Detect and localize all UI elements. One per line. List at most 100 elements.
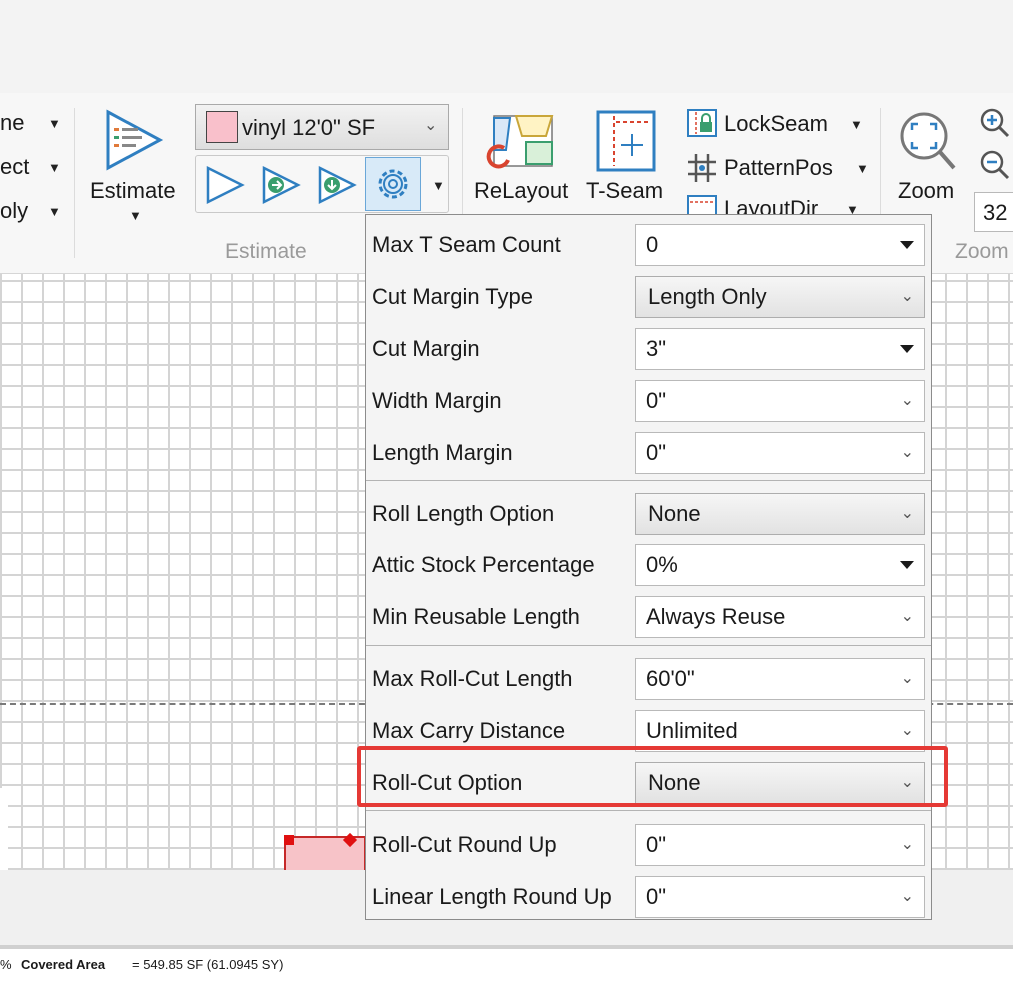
field-value: 3": [646, 336, 667, 361]
pattern-grid-icon: [688, 154, 716, 182]
estimate-settings-panel: Max T Seam Count 0 Cut Margin Type Lengt…: [365, 214, 932, 920]
chevron-down-icon: ⌄: [900, 722, 914, 739]
ribbon-item-2[interactable]: ect: [0, 154, 29, 180]
cut-margin-type-select[interactable]: Length Only ⌄: [635, 276, 925, 318]
field-value: 0%: [646, 552, 678, 577]
relayout-icon: [486, 115, 554, 169]
row-label: Attic Stock Percentage: [372, 552, 595, 577]
chevron-down-icon[interactable]: ▼: [432, 178, 445, 193]
row-width-margin: Width Margin 0" ⌄: [366, 379, 931, 423]
product-select[interactable]: vinyl 12'0" SF ⌄: [195, 104, 449, 150]
estimate-button[interactable]: Estimate ▼: [88, 104, 182, 224]
row-label: Max Carry Distance: [372, 718, 566, 743]
chevron-down-icon[interactable]: ▼: [48, 116, 61, 131]
covered-area-value: = 549.85 SF (61.0945 SY): [132, 957, 284, 972]
field-value: None: [648, 501, 701, 526]
max-roll-cut-length-select[interactable]: 60'0" ⌄: [635, 658, 925, 700]
zoom-magnifier-icon: [900, 112, 956, 170]
row-label: Max T Seam Count: [372, 232, 561, 257]
chevron-down-icon: ⌄: [900, 392, 914, 409]
row-linear-length-round-up: Linear Length Round Up 0" ⌄: [366, 875, 931, 919]
row-cut-margin-type: Cut Margin Type Length Only ⌄: [366, 275, 931, 319]
play-down-icon[interactable]: [316, 164, 358, 206]
layoutdir-button[interactable]: LayoutDir ▼: [686, 194, 866, 214]
caret-down-icon[interactable]: [900, 561, 914, 569]
color-swatch: [206, 111, 238, 143]
status-bar: % Covered Area = 549.85 SF (61.0945 SY): [0, 949, 1013, 1001]
chevron-down-icon: ⌄: [900, 888, 914, 905]
length-margin-select[interactable]: 0" ⌄: [635, 432, 925, 474]
zoom-in-icon[interactable]: [978, 106, 1010, 138]
field-value: Unlimited: [646, 718, 738, 743]
chevron-down-icon: ⌄: [900, 444, 914, 461]
zoom-percent-value: 32: [983, 200, 1008, 225]
play-next-icon[interactable]: [260, 164, 302, 206]
covered-area-label: Covered Area: [21, 957, 106, 972]
ribbon-item-1[interactable]: ne: [0, 110, 24, 136]
chevron-down-icon: ⌄: [424, 117, 438, 134]
zoom-percent-input[interactable]: 32: [974, 192, 1013, 232]
settings-button[interactable]: [365, 157, 421, 211]
layoutdir-label: LayoutDir: [724, 196, 819, 214]
row-label: Cut Margin Type: [372, 284, 534, 309]
row-label: Length Margin: [372, 440, 513, 465]
row-label: Max Roll-Cut Length: [372, 666, 573, 691]
group-divider: [74, 108, 75, 258]
room-vertex-handle[interactable]: [284, 835, 294, 845]
roll-length-option-select[interactable]: None ⌄: [635, 493, 925, 535]
estimate-group-label: Estimate: [225, 240, 307, 263]
lockseam-button[interactable]: LockSeam ▼: [686, 108, 866, 140]
ribbon-item-2-label: ect: [0, 154, 30, 179]
caret-down-icon[interactable]: [900, 241, 914, 249]
layout-direction-icon: [687, 195, 717, 214]
status-prefix: %: [0, 957, 12, 972]
canvas-edge: [0, 788, 8, 870]
zoom-group-label: Zoom: [955, 240, 1009, 263]
chevron-down-icon: ▼: [846, 202, 859, 214]
play-icon[interactable]: [204, 164, 246, 206]
caret-down-icon[interactable]: [900, 345, 914, 353]
chevron-down-icon: ⌄: [900, 505, 914, 522]
row-max-roll-cut-length: Max Roll-Cut Length 60'0" ⌄: [366, 657, 931, 701]
chevron-down-icon[interactable]: ▼: [48, 204, 61, 219]
tseam-button[interactable]: T-Seam: [584, 104, 672, 214]
field-value: 60'0": [646, 666, 695, 691]
chevron-down-icon: ⌄: [900, 608, 914, 625]
patternpos-label: PatternPos: [724, 155, 833, 180]
patternpos-button[interactable]: PatternPos ▼: [686, 152, 869, 184]
section-divider: [366, 810, 931, 811]
section-divider: [366, 480, 931, 481]
cut-margin-input[interactable]: 3": [635, 328, 925, 370]
product-select-value: vinyl 12'0" SF: [242, 115, 376, 140]
row-cut-margin: Cut Margin 3": [366, 327, 931, 371]
tseam-icon: [596, 110, 656, 172]
row-roll-length-option: Roll Length Option None ⌄: [366, 492, 931, 536]
row-label: Min Reusable Length: [372, 604, 580, 629]
ribbon-item-3[interactable]: oly: [0, 198, 28, 224]
chevron-down-icon: ▼: [129, 208, 142, 223]
row-label: Roll-Cut Round Up: [372, 832, 557, 857]
chevron-down-icon[interactable]: ▼: [48, 160, 61, 175]
row-attic-stock-percentage: Attic Stock Percentage 0%: [366, 543, 931, 587]
zoom-label: Zoom: [898, 178, 955, 203]
row-roll-cut-round-up: Roll-Cut Round Up 0" ⌄: [366, 823, 931, 867]
zoom-button[interactable]: Zoom: [892, 104, 964, 214]
attic-stock-percentage-input[interactable]: 0%: [635, 544, 925, 586]
lock-icon: [687, 109, 717, 137]
field-value: Length Only: [648, 284, 767, 309]
zoom-out-icon[interactable]: [978, 148, 1010, 180]
min-reusable-length-select[interactable]: Always Reuse ⌄: [635, 596, 925, 638]
row-length-margin: Length Margin 0" ⌄: [366, 431, 931, 475]
tseam-label: T-Seam: [586, 178, 664, 203]
roll-cut-round-up-select[interactable]: 0" ⌄: [635, 824, 925, 866]
relayout-label: ReLayout: [474, 178, 569, 203]
row-max-t-seam-count: Max T Seam Count 0: [366, 223, 931, 267]
relayout-button[interactable]: ReLayout: [472, 104, 572, 214]
row-label: Cut Margin: [372, 336, 480, 361]
estimate-label: Estimate: [90, 178, 176, 203]
width-margin-select[interactable]: 0" ⌄: [635, 380, 925, 422]
linear-length-round-up-select[interactable]: 0" ⌄: [635, 876, 925, 918]
highlight-box: [357, 746, 948, 807]
max-t-seam-count-input[interactable]: 0: [635, 224, 925, 266]
chevron-down-icon: ⌄: [900, 670, 914, 687]
